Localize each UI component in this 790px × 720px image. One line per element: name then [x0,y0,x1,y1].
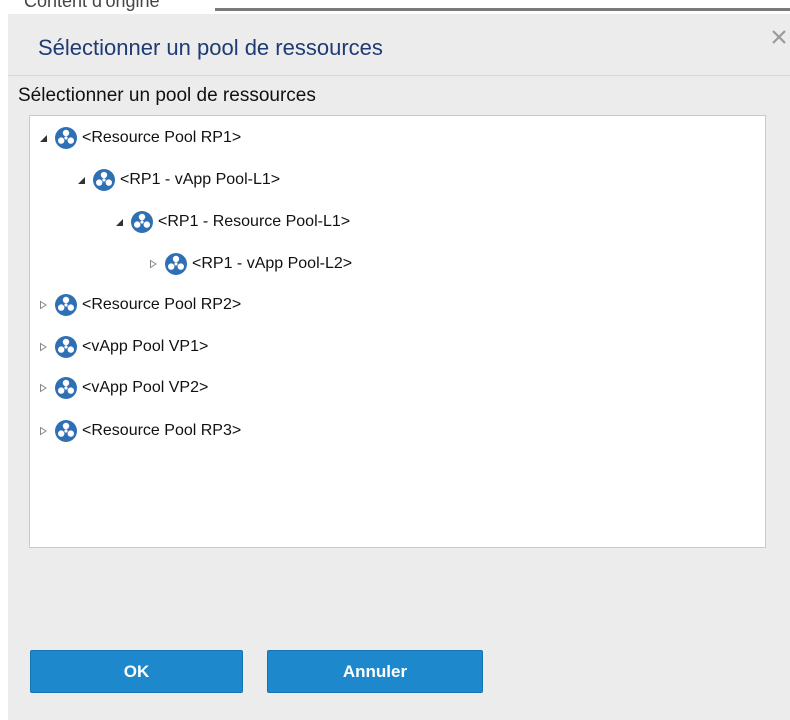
resource-pool-icon [165,253,187,275]
tree-item-rp1-vapp-pool-l1[interactable]: <RP1 - vApp Pool-L1> [74,165,280,195]
resource-pool-icon [55,336,77,358]
tree-item-resource-pool-rp3[interactable]: <Resource Pool RP3> [36,416,241,446]
background-window-border [215,8,790,11]
collapsed-arrow-icon[interactable] [36,424,50,438]
resource-pool-icon [131,211,153,233]
tree-item-rp1-resource-pool-l1[interactable]: <RP1 - Resource Pool-L1> [112,207,350,237]
background-window-caption: Content d'origine [24,0,160,11]
resource-pool-tree[interactable]: <Resource Pool RP1> <RP1 - vApp Pool-L1> [29,115,766,548]
tree-item-label: <vApp Pool VP2> [82,379,209,396]
tree-item-label: <vApp Pool VP1> [82,338,209,355]
collapsed-arrow-icon[interactable] [36,298,50,312]
tree-item-label: <RP1 - vApp Pool-L2> [192,255,353,272]
resource-pool-icon [55,377,77,399]
expanded-arrow-icon[interactable] [36,131,50,145]
header-divider [8,75,790,76]
resource-pool-icon [93,169,115,191]
tree-item-label: <RP1 - vApp Pool-L1> [120,171,281,188]
tree-item-label: <Resource Pool RP3> [82,422,242,439]
collapsed-arrow-icon[interactable] [36,340,50,354]
collapsed-arrow-icon[interactable] [36,381,50,395]
tree-item-vapp-pool-vp2[interactable]: <vApp Pool VP2> [36,373,208,403]
expanded-arrow-icon[interactable] [74,173,88,187]
dialog-title: Sélectionner un pool de ressources [38,35,383,60]
tree-item-label: <Resource Pool RP2> [82,296,242,313]
pool-list-label: Sélectionner un pool de ressources [18,85,316,106]
resource-pool-dialog: Sélectionner un pool de ressources Sélec… [8,14,790,720]
resource-pool-icon [55,127,77,149]
expanded-arrow-icon[interactable] [112,215,126,229]
tree-item-resource-pool-rp1[interactable]: <Resource Pool RP1> [36,123,241,153]
tree-item-rp1-vapp-pool-l2[interactable]: <RP1 - vApp Pool-L2> [146,249,352,279]
collapsed-arrow-icon[interactable] [146,257,160,271]
resource-pool-icon [55,420,77,442]
tree-item-vapp-pool-vp1[interactable]: <vApp Pool VP1> [36,332,208,362]
cancel-button[interactable]: Annuler [267,650,483,693]
tree-item-label: <Resource Pool RP1> [82,129,242,146]
close-icon[interactable] [768,26,790,48]
tree-item-label: <RP1 - Resource Pool-L1> [158,213,351,230]
ok-button[interactable]: OK [30,650,243,693]
background-window-edge: Content d'origine [0,0,790,14]
tree-item-resource-pool-rp2[interactable]: <Resource Pool RP2> [36,290,241,320]
resource-pool-icon [55,294,77,316]
